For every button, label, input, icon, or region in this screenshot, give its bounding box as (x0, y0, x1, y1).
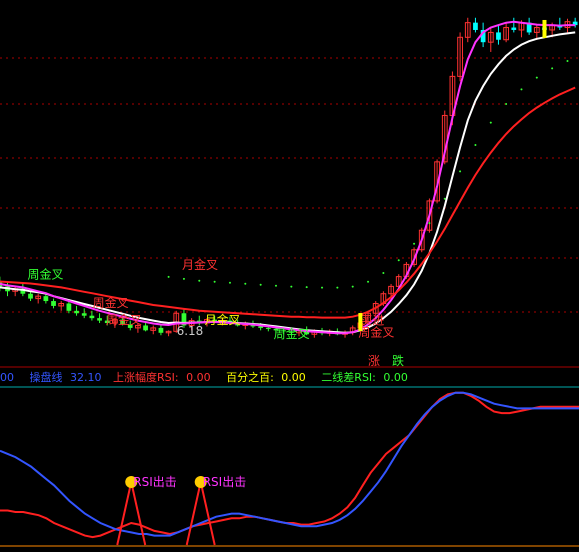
stock-chart: 月金叉周金叉周金叉周金叉 月金叉周金叉买进周金叉6.18 RSI出击 RSI出击 (0, 17, 579, 547)
signal-label: 月金叉 (205, 312, 241, 327)
sar-dot (489, 121, 492, 124)
candle-body (496, 32, 501, 40)
sar-dot (535, 76, 538, 79)
indicator-bar: 00 操盘线 32.10 上涨幅度RSI: 0.00 百分之百: 0.00 二线… (0, 369, 412, 385)
diff-value: 0.00 (383, 371, 408, 384)
ma-line-2 (0, 20, 576, 335)
lead-value: 00 (0, 371, 14, 384)
sar-dot (428, 222, 431, 225)
sar-dot (182, 277, 185, 280)
rsi-label: 上涨幅度RSI: (113, 371, 179, 384)
sar-dot (566, 60, 569, 63)
price-grid (0, 57, 579, 313)
sar-dot (290, 285, 293, 288)
sar-dot (321, 286, 324, 289)
candle-body (473, 22, 478, 30)
signal-labels: 月金叉周金叉周金叉周金叉 月金叉周金叉买进周金叉6.18 (28, 19, 547, 341)
candle-body (158, 327, 164, 333)
candle-body (28, 293, 33, 299)
candle-body (89, 315, 95, 319)
pct-label: 百分之百: (226, 371, 274, 384)
candle-body (143, 325, 148, 331)
signal-label: 周金叉 (28, 266, 64, 281)
yellow-marker (358, 313, 363, 332)
sar-dot (505, 103, 508, 106)
sar-dot (228, 281, 231, 284)
sar-dot (198, 279, 201, 282)
sar-dot (305, 286, 308, 289)
signal-label: 周金叉 (93, 295, 129, 310)
sar-dot (351, 285, 354, 288)
yellow-marker (542, 19, 547, 38)
candle-body (97, 318, 102, 321)
rsi-signal-label: RSI出击 (203, 475, 247, 489)
sar-dot (213, 280, 216, 283)
sar-dot (520, 88, 523, 91)
candle-body (66, 303, 72, 311)
candle-body (51, 301, 56, 306)
sar-dot (367, 280, 370, 283)
rsi-spike (116, 481, 147, 546)
signal-label: 周金叉 (106, 312, 142, 327)
sar-dot (259, 283, 262, 286)
sar-dot (459, 170, 462, 173)
sar-dot (167, 275, 170, 278)
candle-body (74, 310, 79, 314)
sar-dot (397, 259, 400, 262)
sar-dots (167, 60, 569, 289)
candle-body (511, 27, 517, 30)
signal-label: 周金叉 (358, 325, 394, 340)
sar-dot (244, 282, 247, 285)
sar-dot (382, 271, 385, 274)
candle-body (265, 327, 271, 329)
signal-label: 周金叉 (274, 326, 310, 341)
sar-dot (336, 286, 339, 289)
sar-dot (474, 144, 477, 147)
signal-label: 月金叉 (182, 257, 218, 272)
rsi-panel: RSI出击 RSI出击 (0, 386, 579, 547)
up-button[interactable]: 涨 (368, 352, 380, 369)
rsi-value: 0.00 (186, 371, 211, 384)
diff-label: 二线差RSI: (321, 371, 376, 384)
cao-pan-value: 32.10 (70, 371, 102, 384)
candle-body (81, 313, 87, 316)
down-button[interactable]: 跌 (392, 352, 404, 369)
ma-line-1 (0, 31, 576, 334)
candles-layer (0, 17, 578, 338)
ma-lines (0, 20, 576, 335)
sar-dot (551, 67, 554, 70)
pct-value: 0.00 (281, 371, 306, 384)
sar-dot (413, 242, 416, 245)
cao-pan-label: 操盘线 (29, 371, 63, 384)
ma-line-3 (0, 86, 576, 319)
sar-dot (274, 284, 277, 287)
candle-body (43, 296, 49, 302)
rsi-line-2 (0, 391, 579, 537)
rsi-signal-label: RSI出击 (133, 475, 177, 489)
rsi-spike (185, 481, 216, 546)
signal-label: 6.18 (177, 324, 204, 338)
